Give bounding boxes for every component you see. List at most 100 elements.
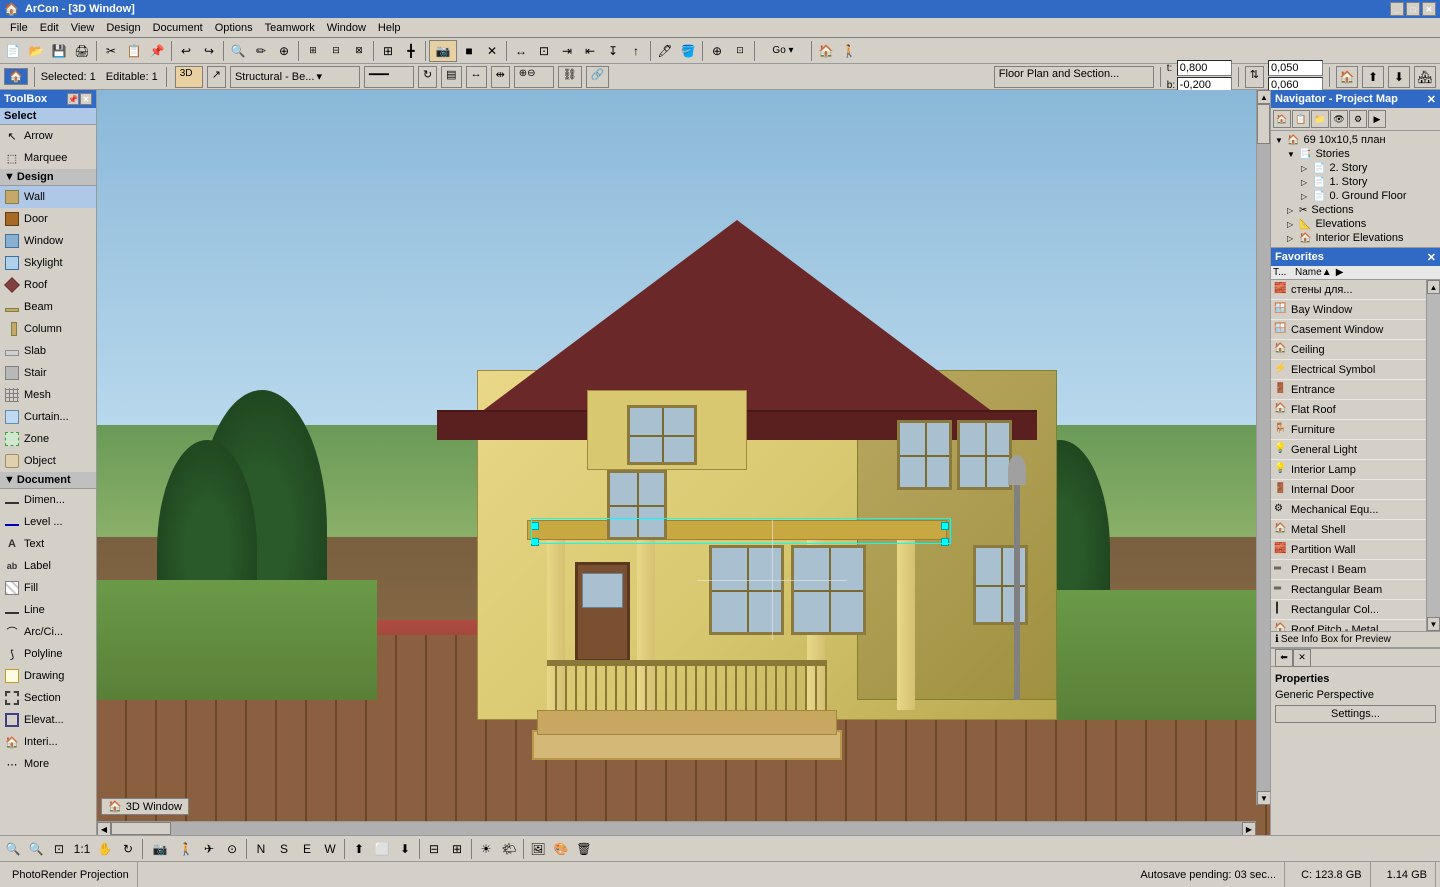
fav-item-13[interactable]: 🧱 Partition Wall xyxy=(1271,540,1426,560)
slab-tool[interactable]: Slab xyxy=(0,340,96,362)
fav-item-14[interactable]: ═ Precast I Beam xyxy=(1271,560,1426,580)
view4-button[interactable]: ⇤ xyxy=(579,40,601,62)
fav-sort-btn[interactable]: ▲ xyxy=(1322,267,1336,278)
top-view-btn[interactable]: ⬆ xyxy=(348,838,370,860)
polyline-tool[interactable]: ⟆ Polyline xyxy=(0,643,96,665)
tree-story-2[interactable]: ▷ 📄 2. Story xyxy=(1273,161,1438,175)
viewport-scrollbar-h[interactable]: ◀ ▶ xyxy=(97,821,1256,835)
render-button[interactable]: 📷 xyxy=(429,40,457,62)
fav-item-15[interactable]: ═ Rectangular Beam xyxy=(1271,580,1426,600)
3d-button[interactable]: 🏠 xyxy=(815,40,837,62)
fav-item-2[interactable]: 🪟 Casement Window xyxy=(1271,320,1426,340)
expand-story1[interactable]: ▷ xyxy=(1301,178,1311,187)
orbit-btn[interactable]: ⊙ xyxy=(221,838,243,860)
view6-button[interactable]: ↑ xyxy=(625,40,647,62)
snap2-button[interactable]: ⊟ xyxy=(325,40,347,62)
story-btn1[interactable]: 🏠 xyxy=(1336,66,1358,88)
object-tool[interactable]: Object xyxy=(0,450,96,472)
view5-button[interactable]: ↧ xyxy=(602,40,624,62)
sun-btn[interactable]: ☀ xyxy=(475,838,497,860)
interior-tool[interactable]: 🏠 Interi... xyxy=(0,731,96,753)
menu-teamwork[interactable]: Teamwork xyxy=(259,22,321,34)
floor-plan-btn[interactable]: Floor Plan and Section... xyxy=(994,66,1154,88)
expand-stories[interactable]: ▼ xyxy=(1287,150,1297,159)
undo-button[interactable]: ↩ xyxy=(175,40,197,62)
tree-interior[interactable]: ▷ 🏠 Interior Elevations xyxy=(1273,231,1438,245)
menu-options[interactable]: Options xyxy=(209,22,259,34)
paste-button[interactable]: 📌 xyxy=(146,40,168,62)
snap3-button[interactable]: ⊠ xyxy=(348,40,370,62)
scroll-up-btn[interactable]: ▲ xyxy=(1257,90,1270,104)
ortho-button[interactable]: ╋ xyxy=(400,40,422,62)
prop-btn2[interactable]: ✕ xyxy=(1293,649,1311,667)
3d-window-label[interactable]: 🏠 3D Window xyxy=(101,798,189,815)
find-button[interactable]: 🔍 xyxy=(227,40,249,62)
maximize-button[interactable]: □ xyxy=(1406,2,1420,16)
more-tool[interactable]: ⋯ More xyxy=(0,753,96,775)
document-section[interactable]: ▼ Document xyxy=(0,472,96,489)
chain-btn[interactable]: ⛓ xyxy=(558,66,582,88)
beam-tool[interactable]: Beam xyxy=(0,296,96,318)
favorites-scrollbar[interactable]: ▲ ▼ xyxy=(1426,280,1440,631)
scroll-track-v[interactable] xyxy=(1257,104,1270,791)
material-btn[interactable]: 🎨 xyxy=(550,838,572,860)
curtain-tool[interactable]: Curtain... xyxy=(0,406,96,428)
fav-item-10[interactable]: 🚪 Internal Door xyxy=(1271,480,1426,500)
story-btn2[interactable]: ⬆ xyxy=(1362,66,1384,88)
floor-btn[interactable]: ⬇ xyxy=(394,838,416,860)
roof-tool[interactable]: Roof xyxy=(0,274,96,296)
render3-button[interactable]: ✕ xyxy=(481,40,503,62)
cut-button[interactable]: ✂ xyxy=(100,40,122,62)
close-button[interactable]: ✕ xyxy=(1422,2,1436,16)
skylight-tool[interactable]: Skylight xyxy=(0,252,96,274)
redo-button[interactable]: ↪ xyxy=(198,40,220,62)
fav-item-6[interactable]: 🏠 Flat Roof xyxy=(1271,400,1426,420)
prop-btn1[interactable]: ⬅ xyxy=(1275,649,1293,667)
fav-item-4[interactable]: ⚡ Electrical Symbol xyxy=(1271,360,1426,380)
toolbox-close[interactable]: ✕ xyxy=(80,93,92,105)
scale-btn[interactable]: ⇹ xyxy=(491,66,510,88)
north-btn[interactable]: N xyxy=(250,838,272,860)
mesh-tool[interactable]: Mesh xyxy=(0,384,96,406)
zoom-out-btn[interactable]: 🔍 xyxy=(25,838,47,860)
snap-button[interactable]: ⊞ xyxy=(302,40,324,62)
link-btn[interactable]: 🔗 xyxy=(586,66,610,88)
zone-tool[interactable]: Zone xyxy=(0,428,96,450)
menu-file[interactable]: File xyxy=(4,22,34,34)
expand-sections[interactable]: ▷ xyxy=(1287,206,1297,215)
pencil-button[interactable]: ✏ xyxy=(250,40,272,62)
fav-scroll-up[interactable]: ▲ xyxy=(1427,280,1440,294)
fav-item-8[interactable]: 💡 General Light xyxy=(1271,440,1426,460)
fav-scroll-track[interactable] xyxy=(1427,294,1440,617)
settings-button[interactable]: Settings... xyxy=(1275,705,1436,723)
open-button[interactable]: 📂 xyxy=(25,40,47,62)
scroll-thumb-h[interactable] xyxy=(111,822,171,835)
story-btn4[interactable]: 🏘 xyxy=(1414,66,1436,88)
expand-project[interactable]: ▼ xyxy=(1275,136,1285,145)
menu-view[interactable]: View xyxy=(65,22,101,34)
c-input[interactable] xyxy=(1268,60,1323,76)
print-button[interactable]: 🖨 xyxy=(71,40,93,62)
scroll-track-h[interactable] xyxy=(111,822,1242,835)
tree-ground-floor[interactable]: ▷ 📄 0. Ground Floor xyxy=(1273,189,1438,203)
zoom-scale-btn[interactable]: ⊕⊖ xyxy=(514,66,554,88)
scroll-left-btn[interactable]: ◀ xyxy=(97,822,111,835)
favorites-close-btn[interactable]: ✕ xyxy=(1427,251,1436,264)
toolbox-button[interactable]: 🏠 xyxy=(4,68,28,85)
texture-btn[interactable]: 🖼 xyxy=(527,838,549,860)
node-button[interactable]: ⊕ xyxy=(273,40,295,62)
south-btn[interactable]: S xyxy=(273,838,295,860)
grid-button[interactable]: ⊞ xyxy=(377,40,399,62)
zoom2-button[interactable]: ⊡ xyxy=(729,40,751,62)
nav-view-btn[interactable]: 👁 xyxy=(1330,110,1348,128)
fav-sort2-btn[interactable]: ▶ xyxy=(1336,267,1350,278)
fav-item-17[interactable]: 🏠 Roof Pitch - Metal xyxy=(1271,620,1426,631)
column-tool[interactable]: Column xyxy=(0,318,96,340)
wall-tool[interactable]: Wall xyxy=(0,186,96,208)
menu-window[interactable]: Window xyxy=(321,22,372,34)
pan-btn[interactable]: ✋ xyxy=(94,838,116,860)
render-view-btn[interactable]: 📷 xyxy=(146,838,174,860)
nav-arrow-btn[interactable]: ▶ xyxy=(1368,110,1386,128)
zoom-button[interactable]: ⊕ xyxy=(706,40,728,62)
go-button[interactable]: Go ▾ xyxy=(758,40,808,62)
